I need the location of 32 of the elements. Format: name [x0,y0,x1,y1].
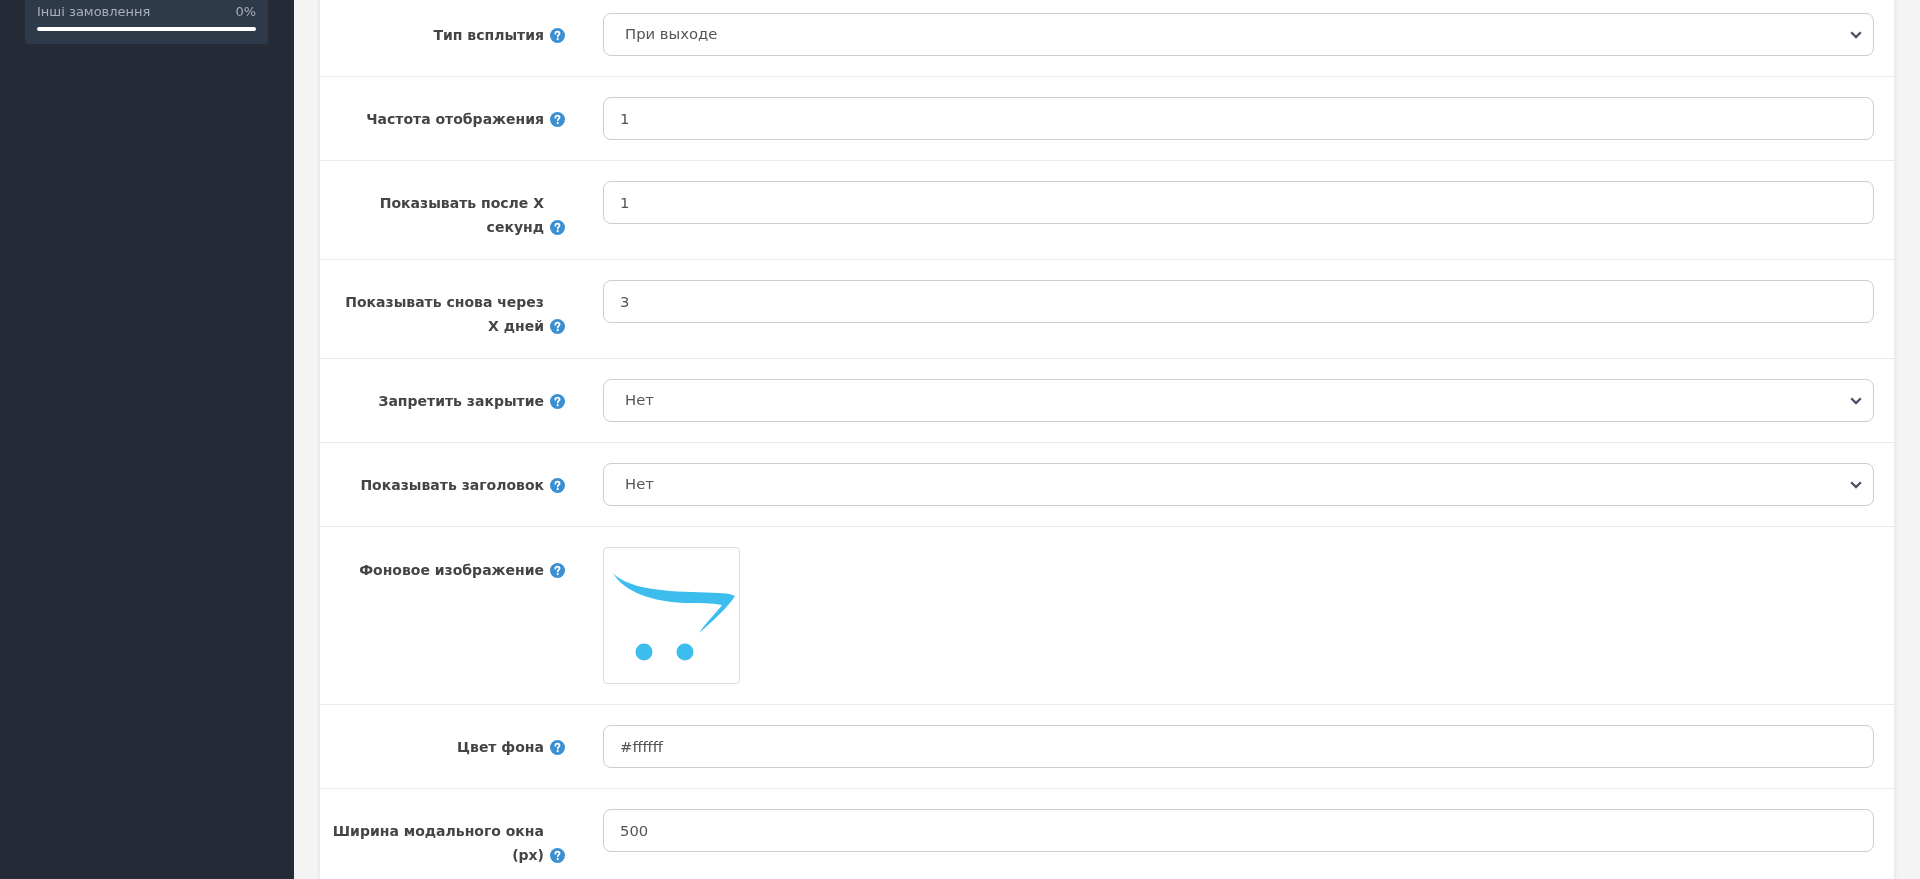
help-icon [550,562,565,578]
field-label: Запретить закрытие [378,392,544,411]
text-input[interactable]: 1 [603,181,1874,224]
text-input[interactable]: 1 [603,97,1874,140]
help-icon [550,739,565,755]
help-icon [550,27,565,43]
help-icon [550,219,565,235]
chevron-down-icon [1850,30,1862,39]
chevron-down-icon [1850,396,1862,405]
dropdown[interactable]: При выходе [603,13,1874,56]
field-label: Показывать после X секунд [378,194,544,237]
text-input[interactable]: 500 [603,809,1874,852]
help-icon [550,477,565,493]
image-thumbnail[interactable] [603,547,740,684]
dropdown[interactable]: Нет [603,463,1874,506]
field-label: Тип всплытия [433,26,544,45]
field-label: Цвет фона [457,738,544,757]
chevron-down-icon [1850,480,1862,489]
help-icon [550,393,565,409]
help-icon [550,847,565,863]
stat-percent: 0% [235,4,256,20]
field-label: Ширина модального окна (px) [331,822,544,865]
text-input[interactable]: #ffffff [603,725,1874,768]
help-icon [550,111,565,127]
stat-label: Інші замовлення [37,4,151,20]
help-icon [550,318,565,334]
text-input[interactable]: 3 [603,280,1874,323]
field-label: Показывать заголовок [360,476,544,495]
dropdown[interactable]: Нет [603,379,1874,422]
field-label: Показывать снова через X дней [344,293,544,336]
field-label: Частота отображения [366,110,544,129]
field-label: Фоновое изображение [359,561,544,580]
